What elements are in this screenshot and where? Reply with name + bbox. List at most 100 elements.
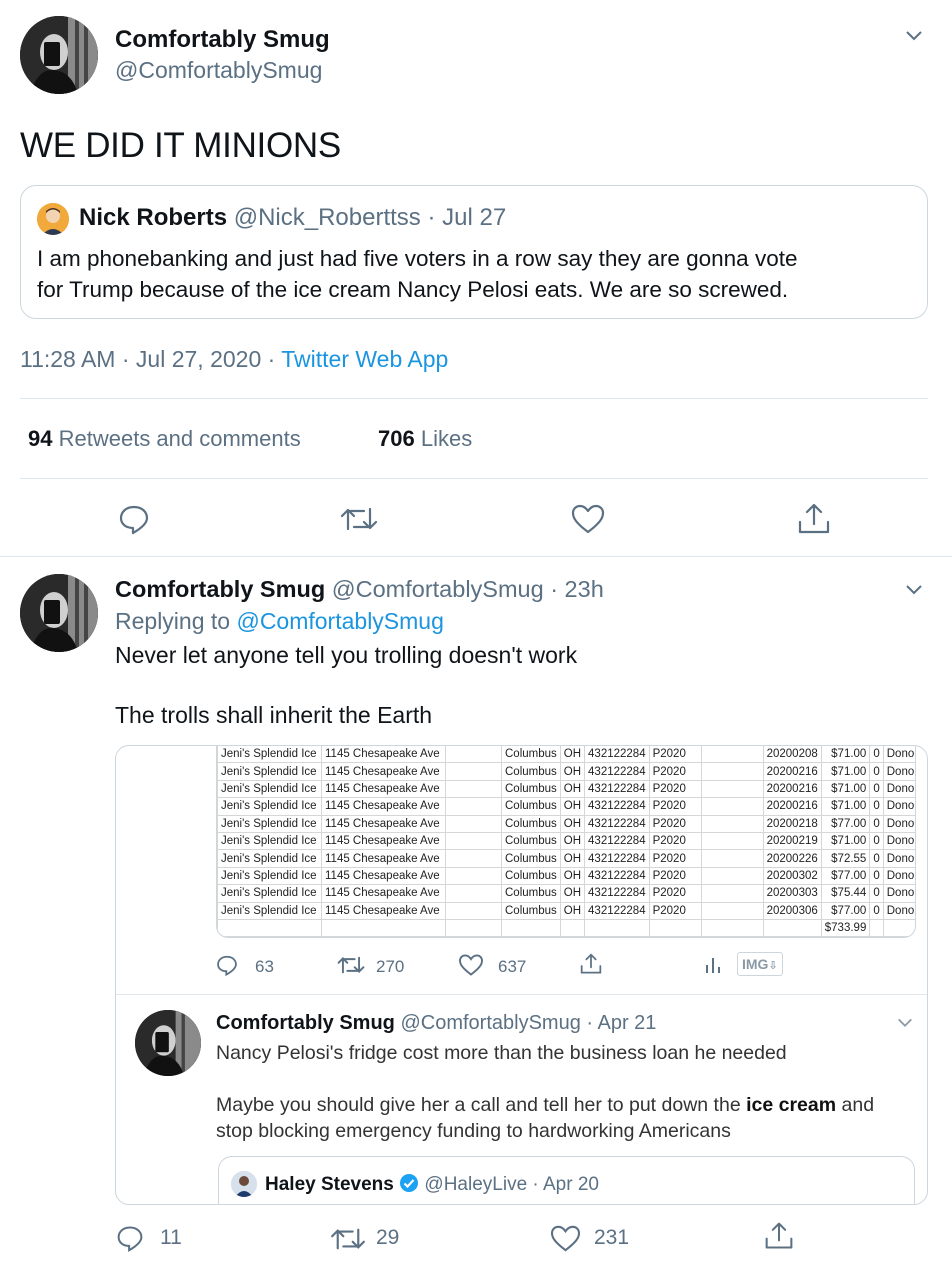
spreadsheet-cell: Columbus xyxy=(501,884,561,903)
reply-retweet-icon[interactable] xyxy=(330,1225,366,1253)
embedded-screenshot[interactable]: Jeni's Splendid Ice 1145 Chesapeake Ave Co… xyxy=(115,745,928,1205)
shot-retweet-icon xyxy=(336,954,366,981)
shot-img-label: IMG xyxy=(742,956,769,972)
quoted-author-name: Nick Roberts xyxy=(79,204,228,231)
spreadsheet-cell: Columbus xyxy=(501,762,561,781)
retweets-stat[interactable]: 94 Retweets and comments xyxy=(28,426,301,451)
spreadsheet-cell xyxy=(700,849,764,868)
spreadsheet-cell xyxy=(501,918,561,937)
author-name[interactable]: Comfortably Smug xyxy=(115,26,330,54)
spreadsheet-cell xyxy=(700,797,764,816)
author-handle[interactable]: @ComfortablySmug xyxy=(115,57,322,84)
spreadsheet-cell: 0 xyxy=(869,901,884,920)
like-heart-icon[interactable] xyxy=(571,504,605,534)
spreadsheet-row: Jeni's Splendid Ice 1145 Chesapeake Ave Co… xyxy=(217,746,915,764)
spreadsheet-cell: Donor Gifts xyxy=(882,831,915,851)
quoted-tweet-card[interactable]: Nick Roberts @Nick_Roberttss · Jul 27 I … xyxy=(20,185,928,319)
spreadsheet-cell: 0 xyxy=(869,831,884,851)
reply-like-count: 231 xyxy=(594,1226,630,1249)
more-menu-chevron-icon[interactable] xyxy=(904,580,924,605)
avatar[interactable] xyxy=(20,16,98,94)
reply-text-line2: The trolls shall inherit the Earth xyxy=(115,702,433,728)
share-icon[interactable] xyxy=(796,502,832,536)
nested-avatar xyxy=(135,1010,201,1076)
spreadsheet-cell: Jeni's Splendid Ice xyxy=(217,831,322,851)
spreadsheet-cell: Donor Gifts xyxy=(882,746,915,764)
spreadsheet-cell xyxy=(584,918,650,937)
divider xyxy=(116,994,927,995)
spreadsheet-cell: 20200218 xyxy=(762,814,822,833)
spreadsheet-cell: $77.00 xyxy=(820,814,871,833)
reply-reply-icon[interactable] xyxy=(116,1224,144,1252)
spreadsheet-cell: 432122284 xyxy=(584,746,650,764)
spreadsheet-cell: $71.00 xyxy=(820,762,871,781)
spreadsheet-cell: P2020 xyxy=(648,831,702,851)
spreadsheet-cell xyxy=(869,918,884,937)
spreadsheet-cell: 432122284 xyxy=(584,849,650,868)
spreadsheet-cell xyxy=(559,918,586,937)
retweet-icon[interactable] xyxy=(340,504,378,534)
spreadsheet-cell: 20200216 xyxy=(762,797,822,816)
spreadsheet-cell: Columbus xyxy=(501,797,561,816)
spreadsheet-cell: Jeni's Splendid Ice xyxy=(217,884,322,903)
nested-quoted-avatar xyxy=(231,1171,257,1197)
reply-icon[interactable] xyxy=(118,503,150,535)
reply-like-heart-icon[interactable] xyxy=(550,1225,581,1252)
tweet-timestamp[interactable]: 11:28 AM · Jul 27, 2020 · xyxy=(20,346,275,372)
spreadsheet-cell: 20200208 xyxy=(762,746,822,764)
spreadsheet-row: Jeni's Splendid Ice 1145 Chesapeake Ave Co… xyxy=(217,831,915,851)
spreadsheet-cell xyxy=(700,866,764,886)
spreadsheet-cell xyxy=(700,779,764,799)
spreadsheet-cell: 20200216 xyxy=(762,779,822,799)
spreadsheet-cell: Columbus xyxy=(501,831,561,851)
spreadsheet-cell: 432122284 xyxy=(584,901,650,920)
spreadsheet-cell xyxy=(445,814,502,833)
spreadsheet-cell: 1145 Chesapeake Ave xyxy=(321,901,446,920)
spreadsheet-cell: $71.00 xyxy=(820,746,871,764)
quoted-text-line2: for Trump because of the ice cream Nancy… xyxy=(37,277,789,302)
reply-share-icon[interactable] xyxy=(763,1221,795,1251)
spreadsheet-cell: 1145 Chesapeake Ave xyxy=(321,884,446,903)
spreadsheet-cell xyxy=(882,918,915,937)
spreadsheet-cell xyxy=(217,918,322,937)
spreadsheet-cell xyxy=(445,779,502,799)
spreadsheet-cell: Jeni's Splendid Ice xyxy=(217,779,322,799)
shot-reply-count: 63 xyxy=(255,957,274,976)
likes-stat[interactable]: 706 Likes xyxy=(378,426,472,451)
spreadsheet-cell: 432122284 xyxy=(584,831,650,851)
likes-label: Likes xyxy=(420,426,473,451)
spreadsheet-cell: OH xyxy=(559,746,586,764)
reply-handle-time[interactable]: @ComfortablySmug · 23h xyxy=(332,576,604,602)
reply-author-name[interactable]: Comfortably Smug xyxy=(115,576,325,602)
spreadsheet-cell: OH xyxy=(559,779,586,799)
spreadsheet-cell: OH xyxy=(559,797,586,816)
nested-handle-date: @ComfortablySmug · Apr 21 xyxy=(400,1012,657,1034)
spreadsheet-cell xyxy=(700,831,764,851)
tweet-source-link[interactable]: Twitter Web App xyxy=(281,346,448,372)
reply-avatar[interactable] xyxy=(20,574,98,652)
spreadsheet-cell: $77.00 xyxy=(820,866,871,886)
nested-text-line2a: Maybe you should give her a call and tel… xyxy=(216,1094,747,1116)
spreadsheet-cell: 20200216 xyxy=(762,762,822,781)
spreadsheet-cell: 0 xyxy=(869,762,884,781)
shot-reply-icon xyxy=(216,954,238,981)
spreadsheet-row: Jeni's Splendid Ice 1145 Chesapeake Ave Co… xyxy=(217,901,915,920)
spreadsheet-total-row: $733.99 xyxy=(217,918,915,937)
spreadsheet-cell: Columbus xyxy=(501,779,561,799)
more-menu-chevron-icon[interactable] xyxy=(904,26,924,51)
retweets-label: Retweets and comments xyxy=(58,426,301,451)
spreadsheet-row: Jeni's Splendid Ice 1145 Chesapeake Ave Co… xyxy=(217,797,915,816)
spreadsheet-cell: OH xyxy=(559,814,586,833)
shot-share-icon xyxy=(579,952,603,981)
spreadsheet-cell: 20200226 xyxy=(762,849,822,868)
replying-to-link[interactable]: @ComfortablySmug xyxy=(236,608,443,634)
spreadsheet-total: $733.99 xyxy=(820,918,871,937)
shot-retweet-count: 270 xyxy=(376,957,405,976)
spreadsheet-cell: OH xyxy=(559,901,586,920)
spreadsheet-cell: 1145 Chesapeake Ave xyxy=(321,831,446,851)
spreadsheet-cell: 1145 Chesapeake Ave xyxy=(321,762,446,781)
spreadsheet-row: Jeni's Splendid Ice 1145 Chesapeake Ave Co… xyxy=(217,866,915,886)
spreadsheet-cell xyxy=(700,918,764,937)
replying-to-label: Replying to xyxy=(115,608,231,634)
shot-analytics-icon xyxy=(704,956,722,979)
